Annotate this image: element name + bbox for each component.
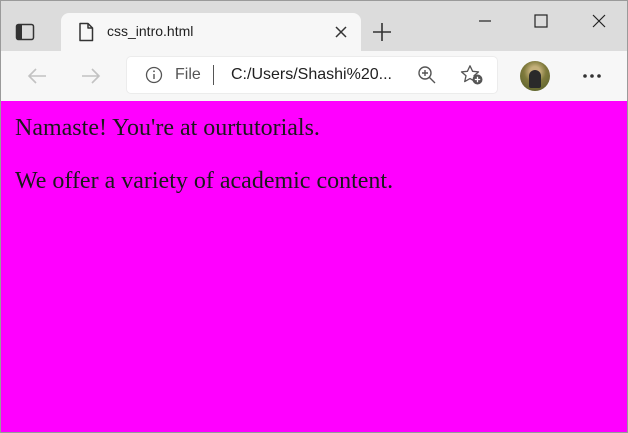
arrow-left-icon bbox=[27, 68, 46, 84]
add-favorite-icon[interactable] bbox=[460, 64, 484, 86]
page-content: Namaste! You're at ourtutorials. We offe… bbox=[1, 101, 627, 432]
settings-menu-button[interactable] bbox=[579, 64, 605, 88]
arrow-right-icon bbox=[82, 68, 101, 84]
address-divider bbox=[213, 65, 214, 85]
offer-paragraph: We offer a variety of academic content. bbox=[15, 168, 394, 194]
file-page-icon bbox=[79, 22, 94, 42]
address-bar[interactable]: File C:/Users/Shashi%20... bbox=[127, 57, 497, 93]
zoom-in-icon[interactable] bbox=[417, 65, 437, 85]
window-close-button[interactable] bbox=[585, 9, 613, 33]
avatar-figure bbox=[529, 70, 541, 88]
minimize-button[interactable] bbox=[471, 9, 499, 33]
browser-window: css_intro.html File C:/Users/Shashi%20..… bbox=[0, 0, 628, 433]
tab-close-icon[interactable] bbox=[333, 24, 349, 40]
tab-strip: css_intro.html bbox=[1, 1, 627, 51]
maximize-icon bbox=[534, 14, 548, 28]
tab-css-intro[interactable]: css_intro.html bbox=[61, 13, 361, 51]
info-icon[interactable] bbox=[145, 66, 163, 84]
greeting-paragraph: Namaste! You're at ourtutorials. bbox=[15, 115, 320, 141]
address-url[interactable]: C:/Users/Shashi%20... bbox=[231, 66, 392, 84]
tab-title: css_intro.html bbox=[107, 23, 194, 39]
minimize-icon bbox=[479, 20, 491, 22]
close-icon bbox=[592, 14, 606, 28]
back-button[interactable] bbox=[25, 64, 49, 88]
browser-toolbar: File C:/Users/Shashi%20... bbox=[1, 51, 627, 101]
more-horizontal-icon bbox=[583, 74, 601, 78]
address-scheme: File bbox=[175, 66, 201, 83]
avatar[interactable] bbox=[520, 61, 550, 91]
tab-actions-icon bbox=[15, 23, 35, 41]
forward-button[interactable] bbox=[79, 64, 103, 88]
maximize-button[interactable] bbox=[527, 9, 555, 33]
new-tab-plus-icon[interactable] bbox=[371, 21, 393, 43]
tab-actions-button[interactable] bbox=[13, 21, 37, 43]
